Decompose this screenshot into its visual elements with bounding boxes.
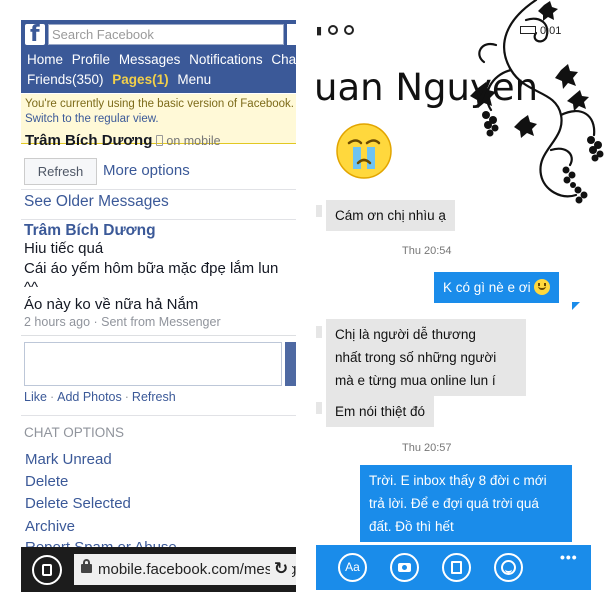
camera-icon[interactable] [390,553,419,582]
nav-menu[interactable]: Menu [177,72,211,87]
message-bubble-incoming[interactable]: Em nói thiệt đó [326,396,435,427]
more-menu-icon[interactable]: ••• [560,549,578,565]
url-text: mobile.facebook.com/messages [98,561,296,578]
crying-emoji-icon [336,123,392,179]
attach-icon[interactable] [442,553,471,582]
contact-name: uan Nguyen [316,66,539,109]
facebook-basic-mobile: f Search Facebook Home Profile Messages … [21,20,296,592]
emoji-icon[interactable] [494,553,523,582]
more-options-link[interactable]: More options [103,162,190,179]
divider [21,219,296,220]
status-bar-right: 0:01 [520,25,561,37]
presence-status: on mobile [166,134,221,148]
conversation-name[interactable]: Trâm Bích Dương [25,132,152,149]
tabs-button-icon[interactable] [32,555,62,585]
message-bubble-incoming[interactable]: Cám ơn chị nhìu ạ [326,200,455,231]
divider [21,335,296,336]
refresh-link[interactable]: Refresh [132,390,176,404]
nav-notifications[interactable]: Notifications [189,52,263,67]
bubble-tail [572,302,580,310]
windows-phone-messaging: ▮ 0:01 uan Nguyen Cám ơn chị nhìu ạ Thu … [316,0,612,612]
message-timestamp: 2 hours ago · Sent from Messenger [24,315,221,329]
chat-options-heading: CHAT OPTIONS [24,425,125,440]
message-bubble-outgoing[interactable]: Trời. E inbox thấy 8 đời c mới trả lời. … [360,465,572,542]
reply-actions: Like · Add Photos · Refresh [24,390,176,404]
message-bubble-outgoing[interactable]: K có gì nè e ơi [434,272,559,303]
message-timestamp: Thu 20:57 [402,442,452,454]
message-timestamp: Thu 20:54 [402,245,452,257]
message-bubble-incoming[interactable]: Chị là người dễ thương nhất trong số nhữ… [326,319,526,396]
search-input[interactable]: Search Facebook [48,24,284,45]
clock-time: 0:01 [540,25,562,37]
delete-link[interactable]: Delete [25,473,68,490]
app-bar: Aa ••• [316,545,591,590]
message-line: Áo này ko về nữa hả Nắm [24,296,199,313]
screenshot-collage: f Search Facebook Home Profile Messages … [0,0,612,612]
browser-address-bar: mobile.facebook.com/messages ↻ [21,547,296,592]
message-sender[interactable]: Trâm Bích Dương [24,222,156,240]
facebook-logo-icon[interactable]: f [25,22,45,47]
status-bar-left: ▮ [316,24,355,37]
message-line: Hiu tiếc quá [24,240,104,257]
signal-icon [328,25,339,35]
nav-messages[interactable]: Messages [119,52,181,67]
bubble-tail [316,402,322,414]
nav-pages[interactable]: Pages(1) [112,72,168,87]
text-format-button[interactable]: Aa [338,553,367,582]
delete-selected-link[interactable]: Delete Selected [25,495,131,512]
lock-icon [81,559,92,573]
notice-text: You're currently using the basic version… [25,98,294,110]
add-photos-link[interactable]: Add Photos [57,390,122,404]
see-older-messages-link[interactable]: See Older Messages [24,193,169,211]
reply-textarea[interactable] [24,342,282,386]
bubble-tail [316,326,322,338]
url-field[interactable]: mobile.facebook.com/messages ↻ [74,554,296,585]
location-icon [344,25,355,35]
refresh-button[interactable]: Refresh [24,158,97,185]
like-link[interactable]: Like [24,390,47,404]
battery-icon [520,26,536,34]
send-button[interactable] [285,342,296,386]
switch-regular-view-link[interactable]: Switch to the regular view. [25,112,292,127]
facebook-header: f Search Facebook Home Profile Messages … [21,20,296,93]
bubble-tail [316,205,322,217]
nav-friends[interactable]: Friends(350) [27,72,104,87]
message-line: ^^ [24,279,39,296]
divider [21,189,296,190]
nav-chat[interactable]: Chat [271,52,296,67]
conversation-header: Trâm Bích Dương on mobile [25,132,221,149]
smile-emoji-icon [533,279,550,295]
reload-icon[interactable]: ↻ [270,557,292,581]
divider [21,415,296,416]
search-button[interactable] [287,24,296,45]
message-line: Cái áo yếm hôm bữa mặc đpẹ lắm lun [24,260,279,277]
nav-row-secondary: Friends(350) Pages(1) Menu [27,72,216,87]
nav-home[interactable]: Home [27,52,63,67]
nav-profile[interactable]: Profile [72,52,110,67]
mobile-phone-icon [156,135,164,146]
nav-row-primary: Home Profile Messages Notifications Chat [27,52,296,67]
mark-unread-link[interactable]: Mark Unread [25,451,112,468]
archive-link[interactable]: Archive [25,518,75,535]
